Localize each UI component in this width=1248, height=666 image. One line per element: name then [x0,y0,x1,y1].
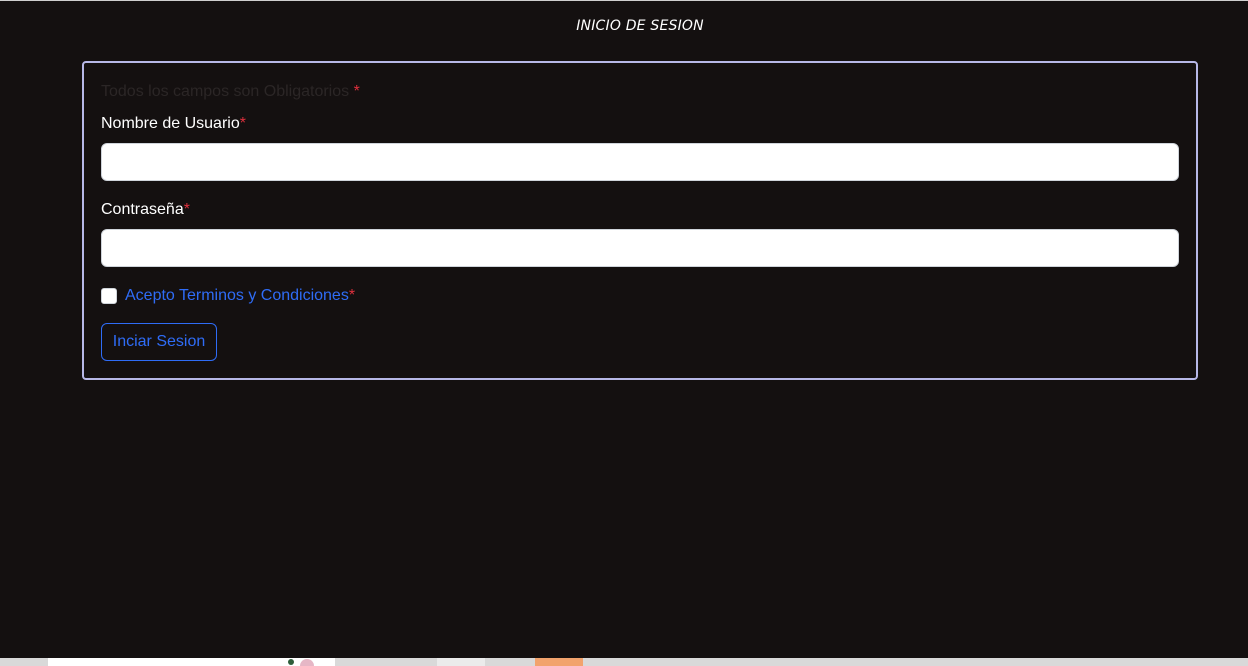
taskbar-item[interactable] [535,658,583,666]
terms-label[interactable]: Acepto Terminos y Condiciones* [125,287,355,305]
taskbar-app-icon [300,659,314,666]
terms-checkbox[interactable] [101,288,117,304]
terms-label-text: Acepto Terminos y Condiciones [125,287,349,304]
login-form-card: Todos los campos son Obligatorios * Nomb… [82,61,1198,380]
password-label: Contraseña* [101,201,190,219]
required-asterisk: * [183,201,190,218]
login-button[interactable]: Inciar Sesion [101,323,217,361]
username-label: Nombre de Usuario* [101,115,246,133]
required-note-text: Todos los campos son Obligatorios [101,83,350,100]
username-label-text: Nombre de Usuario [101,115,240,132]
taskbar [0,658,1248,666]
page-title: INICIO DE SESION [576,18,704,34]
required-asterisk: * [348,287,356,304]
required-asterisk: * [239,115,246,132]
required-fields-note: Todos los campos son Obligatorios * [101,83,360,101]
taskbar-app-icon [288,659,294,665]
window-top-edge [0,0,1248,1]
taskbar-item[interactable] [437,658,485,666]
required-asterisk: * [353,83,360,100]
password-label-text: Contraseña [101,201,184,218]
username-input[interactable] [101,143,1179,181]
password-input[interactable] [101,229,1179,267]
